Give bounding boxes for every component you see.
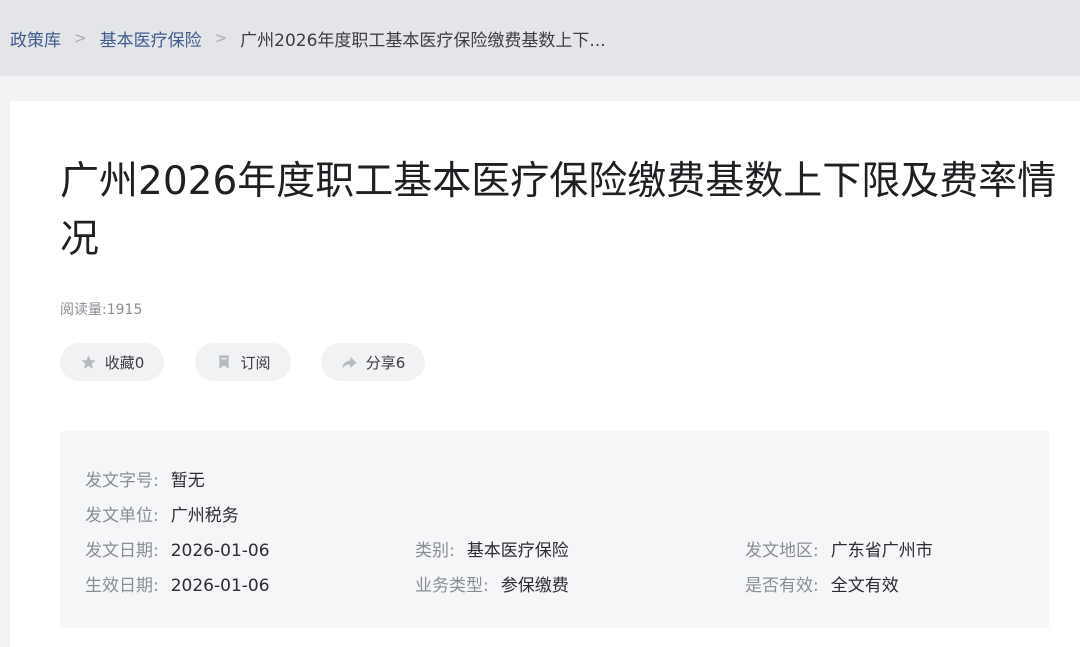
breadcrumb: 政策库 > 基本医疗保险 > 广州2026年度职工基本医疗保险缴费基数上下... bbox=[0, 0, 1080, 76]
region-label: 发文地区: bbox=[745, 541, 819, 561]
info-row: 发文日期: 2026-01-06 类别: 基本医疗保险 发文地区: 广东省广州市 bbox=[60, 536, 1049, 561]
region: 发文地区: 广东省广州市 bbox=[745, 536, 933, 561]
document-info: 发文字号: 暂无 发文单位: 广州税务 发文日期: 2026-01-06 类别: 基本医… bbox=[60, 431, 1049, 628]
issue-date: 发文日期: 2026-01-06 bbox=[85, 536, 270, 561]
doc-number: 发文字号: 暂无 bbox=[85, 466, 205, 491]
favorite-label: 收藏0 bbox=[104, 353, 145, 372]
validity-value: 全文有效 bbox=[830, 576, 899, 596]
star-icon bbox=[80, 353, 98, 371]
article-card: 广州2026年度职工基本医疗保险缴费基数上下限及费率情况 阅读量:1915 收藏… bbox=[10, 101, 1080, 647]
info-row: 发文字号: 暂无 bbox=[60, 466, 1049, 491]
validity: 是否有效: 全文有效 bbox=[745, 571, 899, 596]
effective-date-label: 生效日期: bbox=[85, 576, 159, 596]
info-row: 生效日期: 2026-01-06 业务类型: 参保缴费 是否有效: 全文有效 bbox=[60, 571, 1049, 596]
breadcrumb-current: 广州2026年度职工基本医疗保险缴费基数上下... bbox=[240, 30, 606, 51]
chevron-right-icon: > bbox=[214, 29, 228, 47]
doc-number-value: 暂无 bbox=[170, 471, 205, 491]
issue-date-value: 2026-01-06 bbox=[170, 541, 270, 561]
chevron-right-icon: > bbox=[74, 29, 87, 47]
share-icon bbox=[341, 353, 359, 371]
breadcrumb-link-policy-library[interactable]: 政策库 bbox=[10, 26, 61, 51]
issuer-value: 广州税务 bbox=[170, 506, 239, 526]
share-button[interactable]: 分享6 bbox=[321, 343, 425, 381]
category-value: 基本医疗保险 bbox=[466, 541, 569, 561]
issue-date-label: 发文日期: bbox=[85, 541, 159, 561]
breadcrumb-link-medical-insurance[interactable]: 基本医疗保险 bbox=[100, 26, 202, 51]
category-label: 类别: bbox=[415, 541, 455, 561]
info-row: 发文单位: 广州税务 bbox=[60, 501, 1049, 526]
share-label: 分享6 bbox=[365, 353, 406, 372]
issuer-label: 发文单位: bbox=[85, 506, 159, 526]
subscribe-button[interactable]: 订阅 bbox=[195, 343, 291, 381]
region-value: 广东省广州市 bbox=[830, 541, 933, 561]
doc-number-label: 发文字号: bbox=[85, 471, 159, 491]
effective-date-value: 2026-01-06 bbox=[170, 576, 270, 596]
category: 类别: 基本医疗保险 bbox=[415, 536, 569, 561]
validity-label: 是否有效: bbox=[745, 576, 819, 596]
read-count: 阅读量:1915 bbox=[60, 302, 143, 318]
business-type-value: 参保缴费 bbox=[500, 576, 569, 596]
business-type: 业务类型: 参保缴费 bbox=[415, 571, 569, 596]
bookmark-icon bbox=[215, 353, 233, 371]
business-type-label: 业务类型: bbox=[415, 576, 489, 596]
issuer: 发文单位: 广州税务 bbox=[85, 501, 239, 526]
favorite-button[interactable]: 收藏0 bbox=[60, 343, 164, 381]
subscribe-label: 订阅 bbox=[240, 353, 271, 372]
effective-date: 生效日期: 2026-01-06 bbox=[85, 571, 270, 596]
page-title: 广州2026年度职工基本医疗保险缴费基数上下限及费率情况 bbox=[60, 159, 1057, 262]
